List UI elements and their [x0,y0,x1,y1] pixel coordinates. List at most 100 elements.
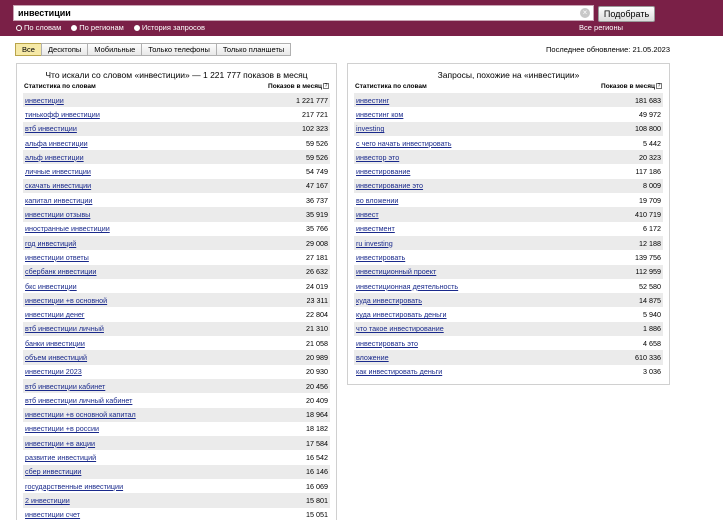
phrase-link[interactable]: инвестиции денег [25,310,85,319]
shows-count: 16 542 [306,453,328,463]
table-row: сбербанк инвестиции 26 632 [23,264,330,279]
phrase-link[interactable]: investing [356,124,384,133]
tab-desktops[interactable]: Десктопы [40,43,89,56]
last-update: Последнее обновление: 21.05.2023 [546,45,670,54]
shows-count: 47 167 [306,181,328,191]
phrase-link[interactable]: инвестировать это [356,339,418,348]
phrase-link[interactable]: капитал инвестиции [25,196,92,205]
mode-by-words[interactable]: По словам [16,23,61,33]
phrase-link[interactable]: втб инвестиции личный [25,324,104,333]
phrase-link[interactable]: инвестиции +в основной [25,296,107,305]
phrase-link[interactable]: втб инвестиции кабинет [25,382,105,391]
phrase-link[interactable]: куда инвестировать [356,296,422,305]
mode-by-regions[interactable]: По регионам [71,23,124,33]
left-column-header: Статистика по словам Показов в месяц? [17,83,336,93]
phrase-link[interactable]: альфа инвестиции [25,139,88,148]
phrase-link[interactable]: что такое инвестирование [356,324,444,333]
shows-count: 18 182 [306,424,328,434]
table-row: инвестиционная деятельность 52 580 [354,278,663,294]
table-row: инвестор это 20 323 [354,150,663,165]
phrase-link[interactable]: инвест [356,210,379,219]
submit-button[interactable]: Подобрать [598,6,655,22]
shows-count: 21 058 [306,338,328,348]
tab-tablets-only[interactable]: Только планшеты [215,43,292,56]
table-row: инвестиции ответы 27 181 [23,250,330,265]
phrase-link[interactable]: втб инвестиции личный кабинет [25,396,132,405]
phrase-link[interactable]: банки инвестиции [25,339,85,348]
phrase-link[interactable]: инвестирование [356,167,410,176]
phrase-link[interactable]: альф инвестиции [25,153,84,162]
phrase-link[interactable]: государственные инвестиции [25,482,123,491]
phrase-link[interactable]: инвестиции 2023 [25,367,82,376]
phrase-link[interactable]: втб инвестиции [25,124,77,133]
phrase-link[interactable]: инвестинг ком [356,110,403,119]
device-tabs: Все Десктопы Мобильные Только телефоны Т… [15,43,292,56]
phrase-link[interactable]: как инвестировать деньги [356,367,442,376]
phrase-link[interactable]: год инвестиций [25,239,76,248]
shows-count: 112 959 [635,267,661,277]
phrase-link[interactable]: инвестинг [356,96,389,105]
phrase-link[interactable]: инвестиции +в основной капитал [25,410,136,419]
phrase-link[interactable]: вложение [356,353,389,362]
shows-count: 59 526 [306,152,328,162]
phrase-link[interactable]: инвестиции ответы [25,253,89,262]
phrase-link[interactable]: тинькофф инвестиции [25,110,100,119]
table-row: инвестиции +в россии 18 182 [23,421,330,437]
search-input[interactable] [18,7,578,19]
shows-count: 29 008 [306,238,328,248]
shows-count: 20 456 [306,381,328,391]
table-row: втб инвестиции личный кабинет 20 409 [23,393,330,408]
table-row: альфа инвестиции 59 526 [23,135,330,151]
col-shows: Показов в месяц? [601,83,662,93]
phrase-link[interactable]: скачать инвестиции [25,181,91,190]
phrase-link[interactable]: развитие инвестиций [25,453,96,462]
clear-icon[interactable]: × [580,8,590,18]
phrase-link[interactable]: инвестор это [356,153,399,162]
phrase-link[interactable]: инвестиции счет [25,510,80,519]
phrase-link[interactable]: инвестирование это [356,181,423,190]
shows-count: 52 580 [639,281,661,291]
phrase-link[interactable]: ru investing [356,239,393,248]
help-icon[interactable]: ? [323,83,329,90]
phrase-link[interactable]: куда инвестировать деньги [356,310,447,319]
search-box[interactable]: × [13,5,594,21]
mode-label: По словам [24,23,62,32]
shows-count: 5 940 [643,310,661,320]
shows-count: 108 800 [635,124,661,134]
phrase-link[interactable]: инвестиции +в россии [25,424,99,433]
radio-checked-icon[interactable] [16,25,22,31]
phrase-link[interactable]: инвестиции +в акции [25,439,95,448]
help-icon[interactable]: ? [656,83,662,90]
shows-count: 20 323 [639,152,661,162]
col-stat-label: Статистика по словам [24,83,96,90]
phrase-link[interactable]: инвестиции [25,96,64,105]
shows-count: 5 442 [643,138,661,148]
radio-icon[interactable] [71,25,78,31]
tab-all[interactable]: Все [15,43,42,56]
table-row: инвестирование 117 186 [354,164,663,179]
table-row: капитал инвестиции 36 737 [23,193,330,208]
phrase-link[interactable]: сбер инвестиции [25,467,81,476]
col-shows: Показов в месяц? [268,83,329,93]
all-regions-link[interactable]: Все регионы [579,23,623,33]
shows-count: 17 584 [306,438,328,448]
radio-icon[interactable] [133,25,140,31]
table-row: втб инвестиции 102 323 [23,121,330,136]
phrase-link[interactable]: объем инвестиций [25,353,87,362]
phrase-link[interactable]: инвестиционный проект [356,267,436,276]
phrase-link[interactable]: сбербанк инвестиции [25,267,96,276]
phrase-link[interactable]: инвестиционная деятельность [356,282,458,291]
phrase-link[interactable]: с чего начать инвестировать [356,139,451,148]
phrase-link[interactable]: иностранные инвестиции [25,224,110,233]
phrase-link[interactable]: во вложении [356,196,398,205]
mode-history[interactable]: История запросов [133,23,205,33]
table-row: объем инвестиций 20 989 [23,350,330,365]
phrase-link[interactable]: личные инвестиции [25,167,91,176]
tab-mobile[interactable]: Мобильные [87,43,143,56]
phrase-link[interactable]: бкс инвестиции [25,282,77,291]
phrase-link[interactable]: инвестировать [356,253,405,262]
phrase-link[interactable]: инвестиции отзывы [25,210,90,219]
tab-phones-only[interactable]: Только телефоны [141,43,217,56]
phrase-link[interactable]: инвестмент [356,224,395,233]
phrase-link[interactable]: 2 инвестиции [25,496,70,505]
